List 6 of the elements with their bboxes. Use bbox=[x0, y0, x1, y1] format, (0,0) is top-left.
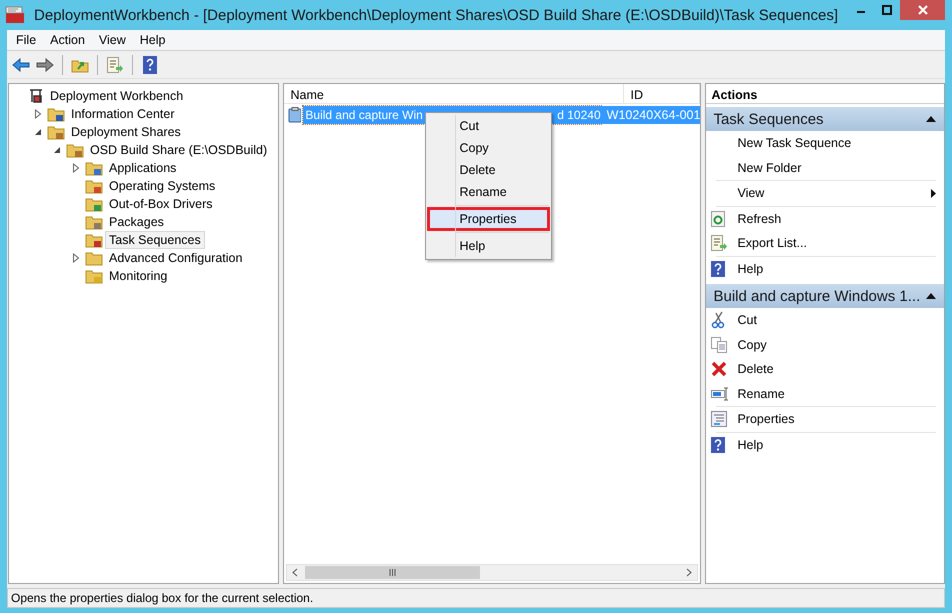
window-title: DeploymentWorkbench - [Deployment Workbench\Deployment Shares\OSD Build Share (E:\OSDBuild)\Task Sequences] bbox=[34, 6, 838, 24]
table-cell: Build and capture Win bbox=[305, 108, 423, 122]
status-text: Opens the properties dialog box for the current selection. bbox=[11, 591, 314, 605]
table-cell: W10240X64-001 bbox=[600, 106, 700, 124]
table-cell: d 10240 bbox=[557, 108, 601, 122]
pane-title: Actions bbox=[706, 84, 944, 104]
